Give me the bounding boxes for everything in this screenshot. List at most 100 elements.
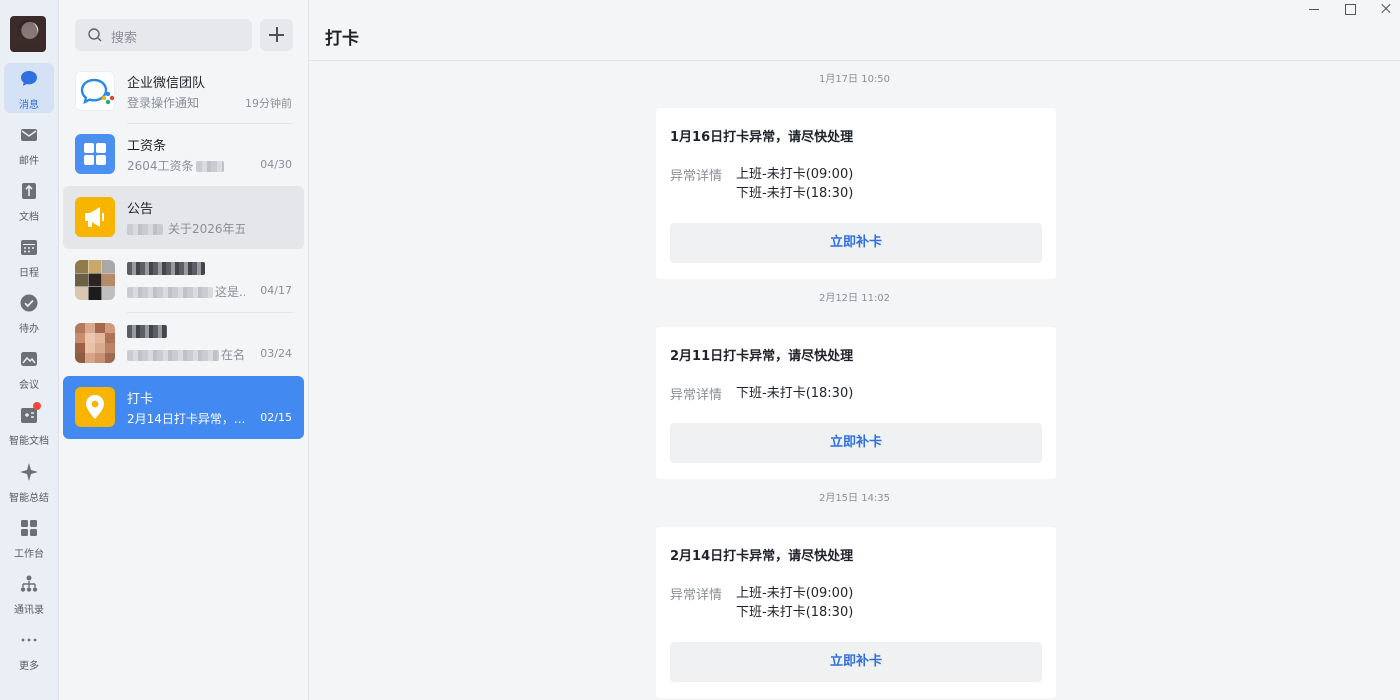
conversation-preview: 这是... [127,283,245,300]
conversation-name [127,261,205,276]
nav-contacts[interactable]: 通讯录 [4,568,54,618]
detail-line: 下班-未打卡(18:30) [736,386,854,401]
minimize-button[interactable] [1296,0,1332,20]
nav-meeting-label: 会议 [19,380,39,391]
conversation-time: 02/15 [260,411,292,424]
checkin-alert-card: 2月14日打卡异常，请尽快处理 异常详情 上班-未打卡(09:00) 下班-未打… [656,527,1056,698]
conversation-name: 公告 [127,202,154,217]
close-window-button[interactable] [1368,0,1400,20]
redacted-text [195,161,224,172]
redacted-text [127,325,167,338]
conversation-preview: 2604工资条 [127,157,245,174]
detail-line: 下班-未打卡(18:30) [736,605,854,620]
conversation-announcement[interactable]: 公告 关于2026年五一劳... [63,186,304,249]
search-input[interactable]: 搜索 [75,19,252,51]
conversation-checkin[interactable]: 打卡 2月14日打卡异常，... 02/15 [63,376,304,439]
nav-workbench[interactable]: 工作台 [4,512,54,562]
nav-more[interactable]: 更多 [4,624,54,674]
calendar-icon [21,240,37,255]
user-avatar[interactable] [10,16,46,52]
todo-check-icon [20,294,38,312]
nav-contacts-label: 通讯录 [14,605,44,616]
contact-avatar [75,323,115,363]
conversation-preview: 2月14日打卡异常，... [127,412,245,426]
nav-calendar[interactable]: 日程 [4,231,54,281]
conversation-payslip[interactable]: 工资条 2604工资条 04/30 [63,123,304,186]
conversation-time: 03/24 [260,347,292,360]
redacted-text [127,224,163,235]
nav-smart-docs[interactable]: 智能文档 [4,399,54,449]
conversation-preview-text: 关于2026年五一劳... [168,222,245,236]
card-detail-label: 异常详情 [670,169,723,184]
document-icon [22,183,36,199]
payslip-app-icon [75,134,115,174]
redacted-text [127,287,213,298]
search-placeholder: 搜索 [111,31,138,46]
nav-messages[interactable]: 消息 [4,63,54,113]
notification-badge [33,402,41,410]
conversation-name [127,324,167,339]
card-detail-lines: 上班-未打卡(09:00) 下班-未打卡(18:30) [736,165,853,203]
sparkle-icon [20,463,38,481]
conversation-preview-text: 在名... [221,348,245,362]
more-dots-icon [21,638,37,642]
conversation-wecom-team[interactable]: 企业微信团队 登录操作通知 19分钟前 [63,60,304,123]
add-button[interactable] [260,19,293,51]
redacted-text [127,350,219,361]
nav-meeting[interactable]: 会议 [4,343,54,393]
conversation-name: 打卡 [127,392,154,407]
detail-line: 下班-未打卡(18:30) [736,186,854,201]
nav-docs-label: 文档 [19,212,39,223]
make-up-checkin-button[interactable]: 立即补卡 [670,423,1042,463]
message-timestamp: 1月17日 10:50 [818,74,891,85]
nav-calendar-label: 日程 [19,268,39,279]
card-title: 1月16日打卡异常，请尽快处理 [670,130,854,145]
nav-rail: 消息 邮件 文档 日程 待办 会议 智能文档 智能总结 工作台 通讯录 更多 [0,0,59,700]
contacts-org-icon [20,575,38,592]
checkin-alert-card: 2月11日打卡异常，请尽快处理 异常详情 下班-未打卡(18:30) 立即补卡 [656,327,1056,479]
conversation-preview-text: 2604工资条 [127,159,194,173]
mail-icon [21,129,37,141]
nav-mail[interactable]: 邮件 [4,119,54,169]
location-pin-icon [75,387,115,427]
nav-workbench-label: 工作台 [14,549,44,560]
nav-docs[interactable]: 文档 [4,175,54,225]
wecom-logo-icon [75,71,115,111]
conversation-name: 企业微信团队 [127,76,206,91]
megaphone-icon [75,197,115,237]
search-icon [88,28,102,42]
conversation-contact[interactable]: 在名... 03/24 [63,312,304,375]
chat-panel: 打卡 1月17日 10:50 1月16日打卡异常，请尽快处理 异常详情 上班-未… [309,0,1400,700]
conversation-time: 04/30 [260,158,292,171]
card-title: 2月11日打卡异常，请尽快处理 [670,349,854,364]
group-avatar [75,260,115,300]
conversation-preview: 关于2026年五一劳... [127,220,245,237]
nav-messages-label: 消息 [19,100,39,111]
nav-todo[interactable]: 待办 [4,287,54,337]
meeting-icon [21,352,37,366]
conversation-group[interactable]: 这是... 04/17 [63,249,304,312]
chat-bubble-icon [21,71,37,86]
make-up-checkin-button[interactable]: 立即补卡 [670,223,1042,263]
nav-smart-summary[interactable]: 智能总结 [4,456,54,506]
detail-line: 上班-未打卡(09:00) [736,167,854,182]
maximize-button[interactable] [1332,0,1368,20]
conversation-name: 工资条 [127,139,167,154]
conversation-preview: 在名... [127,346,245,363]
nav-todo-label: 待办 [19,324,39,335]
card-detail-lines: 上班-未打卡(09:00) 下班-未打卡(18:30) [736,584,853,622]
conversation-time: 04/17 [260,284,292,297]
card-detail-lines: 下班-未打卡(18:30) [736,384,853,403]
conversation-time: 19分钟前 [245,97,292,110]
conversation-preview-text: 这是... [215,285,245,299]
chat-title: 打卡 [325,29,359,49]
nav-smart-summary-label: 智能总结 [9,493,49,504]
checkin-alert-card: 1月16日打卡异常，请尽快处理 异常详情 上班-未打卡(09:00) 下班-未打… [656,108,1056,279]
nav-more-label: 更多 [19,661,39,672]
message-timestamp: 2月12日 11:02 [818,293,891,304]
conversation-preview: 登录操作通知 [127,96,200,110]
nav-smart-docs-label: 智能文档 [9,436,49,447]
card-title: 2月14日打卡异常，请尽快处理 [670,549,854,564]
make-up-checkin-button[interactable]: 立即补卡 [670,642,1042,682]
message-timestamp: 2月15日 14:35 [818,493,891,504]
